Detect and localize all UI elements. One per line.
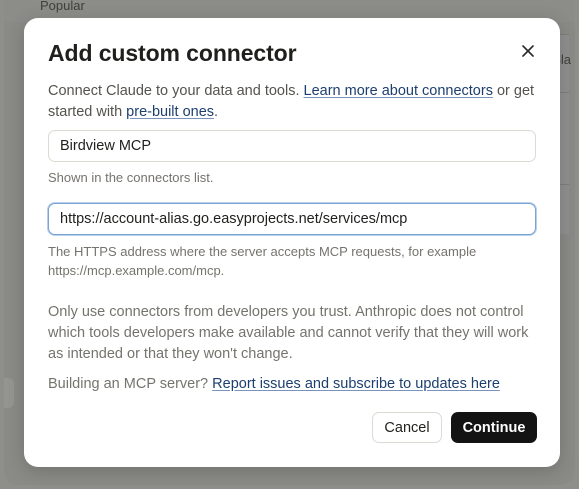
close-icon (522, 45, 534, 57)
trust-warning: Only use connectors from developers you … (48, 304, 529, 362)
mcp-server-note: Building an MCP server? Report issues an… (48, 374, 538, 395)
connector-name-hint: Shown in the connectors list. (48, 170, 214, 185)
close-button[interactable] (516, 39, 540, 63)
mcp-server-note-text: Building an MCP server? (48, 376, 213, 392)
add-connector-dialog: Add custom connector Connect Claude to y… (24, 18, 560, 467)
intro-text-start: Connect Claude to your data and tools. (48, 83, 304, 99)
intro-text-end: . (214, 104, 219, 120)
backdrop-popular-label: Popular (40, 0, 85, 13)
cancel-button[interactable]: Cancel (372, 412, 442, 443)
learn-more-connectors-link[interactable]: Learn more about connectors (304, 83, 493, 99)
dialog-intro: Connect Claude to your data and tools. L… (48, 81, 538, 123)
connector-name-input[interactable] (48, 130, 536, 162)
prebuilt-connectors-link[interactable]: pre-built ones (126, 104, 214, 120)
report-issues-link[interactable]: Report issues and subscribe to updates h… (212, 376, 500, 392)
continue-button[interactable]: Continue (451, 412, 537, 443)
connector-url-input[interactable] (48, 203, 536, 235)
backdrop-side-tab (4, 378, 14, 408)
dialog-title: Add custom connector (48, 40, 297, 66)
connector-url-hint: The HTTPS address where the server accep… (48, 244, 477, 278)
